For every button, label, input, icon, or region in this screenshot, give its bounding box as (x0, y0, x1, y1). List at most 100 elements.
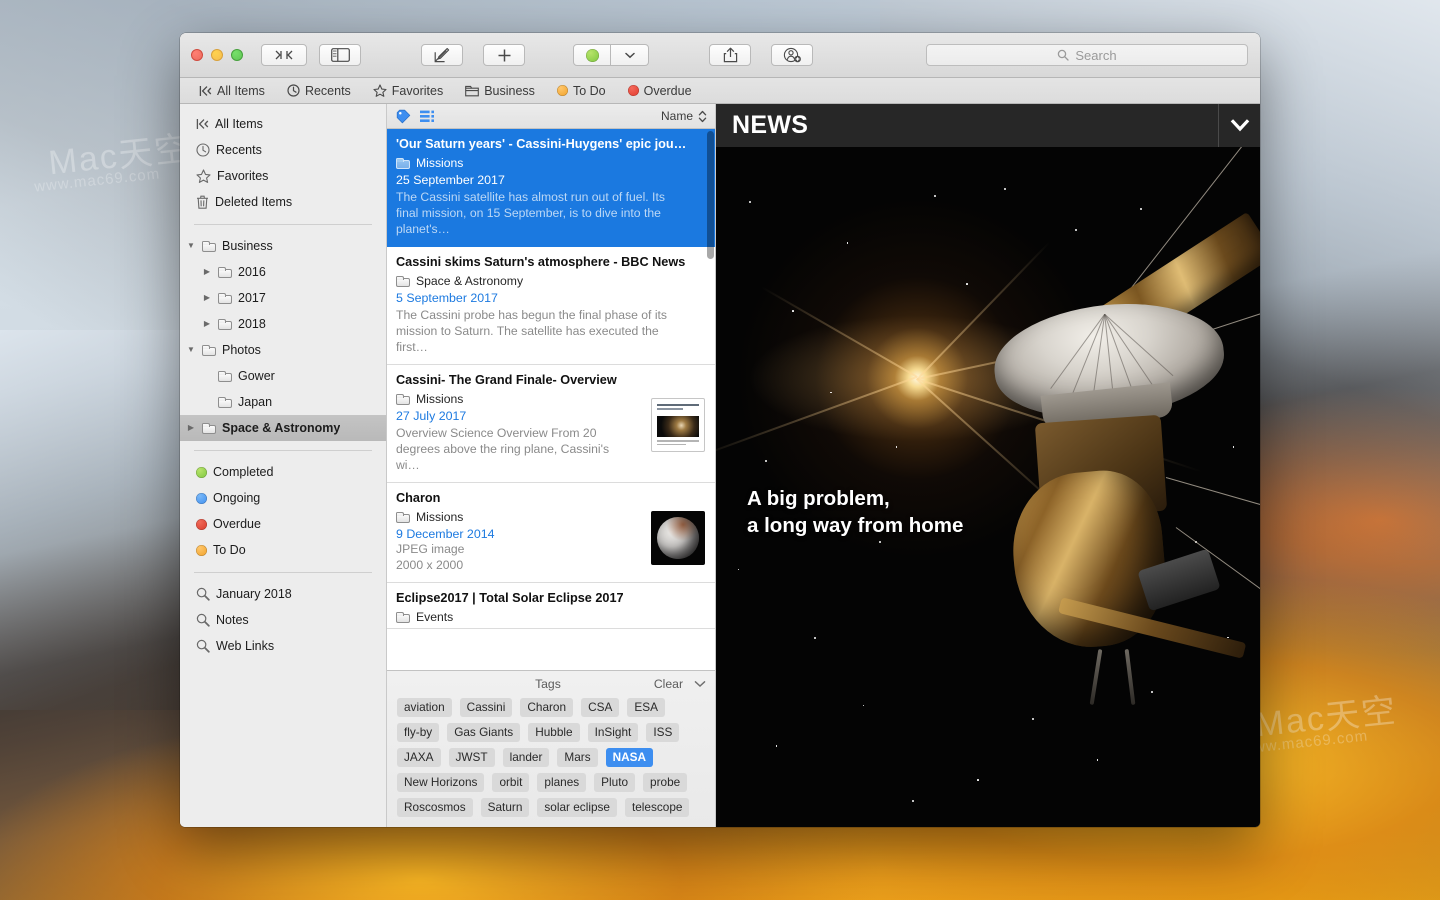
tag-chip[interactable]: solar eclipse (537, 798, 617, 817)
tag-chip[interactable]: ESA (627, 698, 665, 717)
tag-chip[interactable]: planes (537, 773, 587, 792)
chevron-down-icon[interactable] (694, 680, 706, 688)
tag-chip[interactable]: Gas Giants (447, 723, 521, 742)
star-icon (196, 169, 211, 183)
sidebar-item-2018[interactable]: ▶ 2018 (180, 311, 386, 337)
sidebar-item-recents[interactable]: Recents (180, 137, 386, 163)
list-item[interactable]: Eclipse2017 | Total Solar Eclipse 2017 E… (387, 583, 715, 629)
folder-icon (396, 275, 410, 287)
sidebar-item-gower[interactable]: Gower (180, 363, 386, 389)
tab-label: All Items (217, 83, 265, 98)
sidebar-item-notes[interactable]: Notes (180, 607, 386, 633)
tag-chip[interactable]: JAXA (397, 748, 441, 767)
dot-icon (627, 85, 639, 96)
preview-collapse-button[interactable] (1218, 104, 1260, 147)
search-field[interactable]: Search (926, 44, 1248, 66)
list-item-title: Eclipse2017 | Total Solar Eclipse 2017 (396, 591, 624, 605)
list-item[interactable]: Cassini skims Saturn's atmosphere - BBC … (387, 247, 715, 365)
sidebar-item-overdue[interactable]: Overdue (180, 511, 386, 537)
tag-color-button[interactable] (573, 44, 611, 66)
list-item[interactable]: Cassini- The Grand Finale- Overview Miss… (387, 365, 715, 483)
disclosure-closed-icon[interactable]: ▶ (202, 268, 212, 276)
item-list-scroll-area[interactable]: 'Our Saturn years' - Cassini-Huygens' ep… (387, 129, 715, 670)
thumbnail-doc-lines (657, 404, 699, 412)
tab-business[interactable]: Business (454, 78, 546, 104)
sidebar-collapse-button[interactable] (261, 44, 307, 66)
all-items-icon (196, 119, 209, 129)
sidebar-item-ongoing[interactable]: Ongoing (180, 485, 386, 511)
add-button[interactable] (483, 44, 525, 66)
tag-chip[interactable]: aviation (397, 698, 452, 717)
sidebar-item-business[interactable]: ▼ Business (180, 233, 386, 259)
list-item-date: 5 September 2017 (396, 291, 498, 305)
tab-recents[interactable]: Recents (276, 78, 362, 104)
tag-chip[interactable]: InSight (587, 723, 639, 742)
sidebar-item-all-items[interactable]: All Items (180, 111, 386, 137)
sidebar-item-label: 2018 (238, 317, 266, 331)
tab-favorites[interactable]: Favorites (362, 78, 454, 104)
sidebar-item-favorites[interactable]: Favorites (180, 163, 386, 189)
tag-chip[interactable]: Charon (520, 698, 574, 717)
close-button[interactable] (191, 49, 203, 61)
person-add-icon (783, 47, 801, 63)
tab-todo[interactable]: To Do (546, 78, 617, 104)
disclosure-open-icon[interactable]: ▼ (186, 346, 196, 354)
tag-chip-selected[interactable]: NASA (605, 748, 654, 767)
sidebar-item-january-2018[interactable]: January 2018 (180, 581, 386, 607)
compose-button[interactable] (421, 44, 463, 66)
tag-chip[interactable]: JWST (448, 748, 495, 767)
sidebar-item-photos[interactable]: ▼ Photos (180, 337, 386, 363)
cassini-spacecraft-illustration (966, 141, 1260, 737)
tag-chip[interactable]: orbit (492, 773, 530, 792)
list-header: Name (387, 104, 715, 129)
sidebar-item-japan[interactable]: Japan (180, 389, 386, 415)
chevron-down-icon (1230, 119, 1249, 132)
sidebar-item-space-and-astronomy[interactable]: ▶ Space & Astronomy (180, 415, 386, 441)
sort-control[interactable]: Name (661, 109, 707, 123)
disclosure-closed-icon[interactable]: ▶ (186, 424, 196, 432)
disclosure-open-icon[interactable]: ▼ (186, 242, 196, 250)
tag-chip[interactable]: Saturn (480, 798, 530, 817)
tag-chip[interactable]: Hubble (528, 723, 580, 742)
tag-chip[interactable]: CSA (581, 698, 620, 717)
disclosure-closed-icon[interactable]: ▶ (202, 320, 212, 328)
list-scrollbar[interactable] (707, 131, 714, 259)
tag-chip[interactable]: Pluto (594, 773, 636, 792)
list-item-title: Cassini skims Saturn's atmosphere - BBC … (396, 255, 686, 269)
tag-chip[interactable]: ISS (646, 723, 680, 742)
thumbnail-doc-image (657, 416, 699, 437)
clear-tags-button[interactable]: Clear (654, 677, 683, 691)
list-item-folder-label: Space & Astronomy (416, 274, 524, 288)
tag-chip[interactable]: Mars (557, 748, 598, 767)
tag-chip[interactable]: Cassini (459, 698, 513, 717)
tag-chip[interactable]: lander (502, 748, 550, 767)
tag-chip[interactable]: Roscosmos (397, 798, 473, 817)
plus-icon (498, 49, 510, 61)
collaborate-button[interactable] (771, 44, 813, 66)
sidebar-item-deleted-items[interactable]: Deleted Items (180, 189, 386, 215)
tag-chip[interactable]: probe (643, 773, 688, 792)
tag-chip[interactable]: fly-by (397, 723, 440, 742)
disclosure-closed-icon[interactable]: ▶ (202, 294, 212, 302)
tag-chip[interactable]: New Horizons (397, 773, 485, 792)
list-item[interactable]: Charon Missions 9 December 2014 JPEG ima… (387, 483, 715, 583)
tag-icon[interactable] (396, 109, 411, 124)
sidebar-item-2016[interactable]: ▶ 2016 (180, 259, 386, 285)
sidebar-item-todo[interactable]: To Do (180, 537, 386, 563)
tag-color-control[interactable] (573, 44, 649, 66)
share-button[interactable] (709, 44, 751, 66)
sidebar-item-web-links[interactable]: Web Links (180, 633, 386, 659)
view-panes-button[interactable] (319, 44, 361, 66)
minimize-button[interactable] (211, 49, 223, 61)
sidebar-item-completed[interactable]: Completed (180, 459, 386, 485)
list-item[interactable]: 'Our Saturn years' - Cassini-Huygens' ep… (387, 129, 715, 247)
tag-chip[interactable]: telescope (624, 798, 690, 817)
zoom-button[interactable] (231, 49, 243, 61)
sidebar-item-2017[interactable]: ▶ 2017 (180, 285, 386, 311)
list-item-snippet: The Cassini satellite has almost run out… (396, 190, 665, 236)
folder-icon (218, 292, 232, 304)
list-view-icon[interactable] (420, 110, 436, 123)
tab-overdue[interactable]: Overdue (617, 78, 703, 104)
tag-dropdown-button[interactable] (611, 44, 649, 66)
tab-all-items[interactable]: All Items (188, 78, 276, 104)
